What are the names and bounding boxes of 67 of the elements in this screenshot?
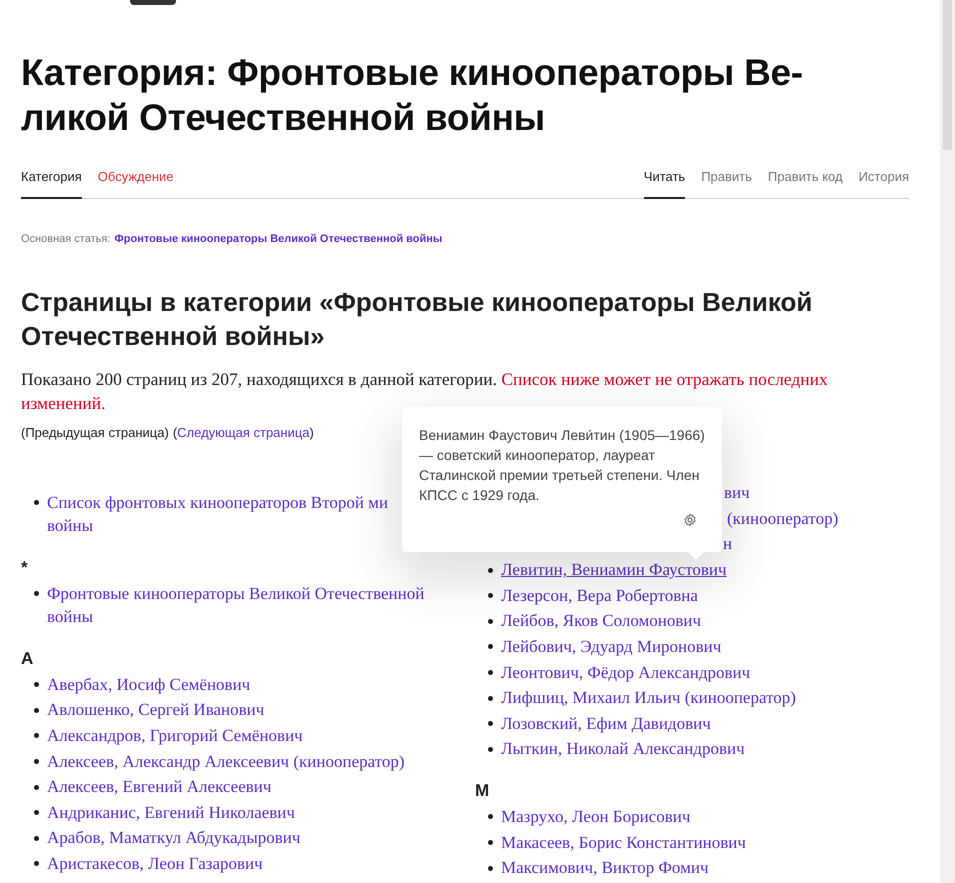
category-link[interactable]: Авербах, Иосиф Семёнович [47, 672, 250, 698]
bullet-icon [34, 733, 39, 738]
category-link[interactable]: Авлошенко, Сергей Иванович [47, 697, 264, 724]
bullet-icon [488, 618, 493, 624]
bullet-icon [488, 670, 493, 675]
bullet-icon [488, 840, 493, 845]
category-link[interactable]: Александров, Григорий Семёнович [47, 723, 303, 749]
bullet-icon [34, 836, 39, 841]
category-link[interactable]: Аристакесов, Леон Газарович [47, 851, 263, 877]
category-link[interactable]: Лозовский, Ефим Давидович [501, 710, 711, 736]
category-link[interactable]: Лифшиц, Михаил Ильич (кинооператор) [501, 685, 796, 711]
category-link[interactable]: Фронтовые кинооператоры Великой Отечественной войны [47, 580, 447, 630]
category-link[interactable]: Мазрухо, Леон Борисович [501, 804, 690, 830]
bullet-icon [488, 696, 493, 701]
tab[interactable]: Читать [644, 167, 686, 198]
hatnote-label: Основная статья: [21, 232, 110, 246]
bracket-text: ) [310, 424, 314, 442]
tab[interactable]: Править код [768, 167, 843, 198]
bullet-icon [34, 590, 39, 596]
letter-heading: * [21, 556, 29, 579]
bullet-icon [34, 758, 39, 764]
bullet-icon [488, 721, 493, 726]
bullet-icon [34, 810, 39, 816]
letter-heading: М [475, 780, 490, 802]
category-link[interactable]: Алексеев, Александр Алексеевич (кинооператор) [47, 748, 405, 774]
section-heading: Страницы в категории «Фронтовые кинооператоры Великой Отечественной войны» [21, 286, 814, 353]
category-link[interactable]: Лейбович, Эдуард Миронович [501, 634, 722, 660]
category-count-paragraph: Показано 200 страниц из 207, находящихся в данной категории. Список ниже может не отражать последних изменений. [21, 368, 829, 415]
next-page-link[interactable]: Следующая страница [177, 423, 310, 442]
tab[interactable]: Править [701, 167, 752, 198]
bullet-icon [488, 644, 493, 650]
scrollbar-thumb[interactable] [943, 0, 952, 150]
category-link[interactable]: Макасеев, Борис Константинович [501, 830, 746, 856]
logo-fragment-icon [130, 0, 176, 5]
bullet-icon [34, 500, 39, 505]
prev-page-text: (Предыдущая страница) [21, 424, 169, 442]
category-link[interactable]: Андриканис, Евгений Николаевич [47, 800, 295, 826]
bullet-icon [34, 682, 39, 688]
letter-heading: А [21, 648, 34, 670]
category-link[interactable]: Максимович, Виктор Фомич [501, 855, 709, 881]
bullet-icon [488, 593, 493, 598]
tab[interactable]: Обсуждение [98, 167, 174, 198]
popup-text: Вениамин Фаустович Леви́тин (1905—1966) — советский кинооператор, лауреат Сталинской премии третьей степени. Член КПСС с 1929 года. [419, 426, 706, 505]
tab[interactable]: История [858, 167, 909, 198]
category-link[interactable]: Леонтович, Фёдор Александрович [501, 660, 750, 686]
bullet-icon [34, 784, 39, 790]
bullet-icon [34, 861, 39, 866]
category-link[interactable]: Левитин, Вениамин Фаустович [501, 557, 727, 583]
bullet-icon [488, 568, 493, 573]
bullet-icon [488, 866, 493, 871]
category-link[interactable]: Алексеев, Евгений Алексеевич [47, 774, 272, 800]
category-link[interactable]: Лыткин, Николай Александрович [501, 736, 745, 762]
bracket-text: ( [172, 424, 178, 442]
category-link[interactable]: вич [724, 481, 750, 506]
category-link[interactable]: н [723, 532, 732, 556]
category-link[interactable]: Список фронтовых кинооператоров Второй ми войны [47, 490, 388, 539]
category-link[interactable]: Лейбов, Яков Соломонович [501, 608, 702, 634]
page-title: Категория: Фронтовые кинооператоры Ве- ликой Отечественной войны [21, 51, 804, 140]
settings-icon[interactable] [683, 513, 697, 527]
bullet-icon [488, 746, 493, 752]
bullet-icon [34, 708, 39, 713]
bullet-icon [488, 814, 493, 820]
main-article-link[interactable]: Фронтовые кинооператоры Великой Отечественной войны [114, 230, 442, 247]
category-link[interactable]: Лезерсон, Вера Робертовна [501, 582, 698, 608]
tab[interactable]: Категория [21, 167, 82, 198]
category-link[interactable]: Арабов, Маматкул Абдукадырович [47, 825, 300, 852]
category-link[interactable]: (кинооператор) [727, 506, 838, 531]
